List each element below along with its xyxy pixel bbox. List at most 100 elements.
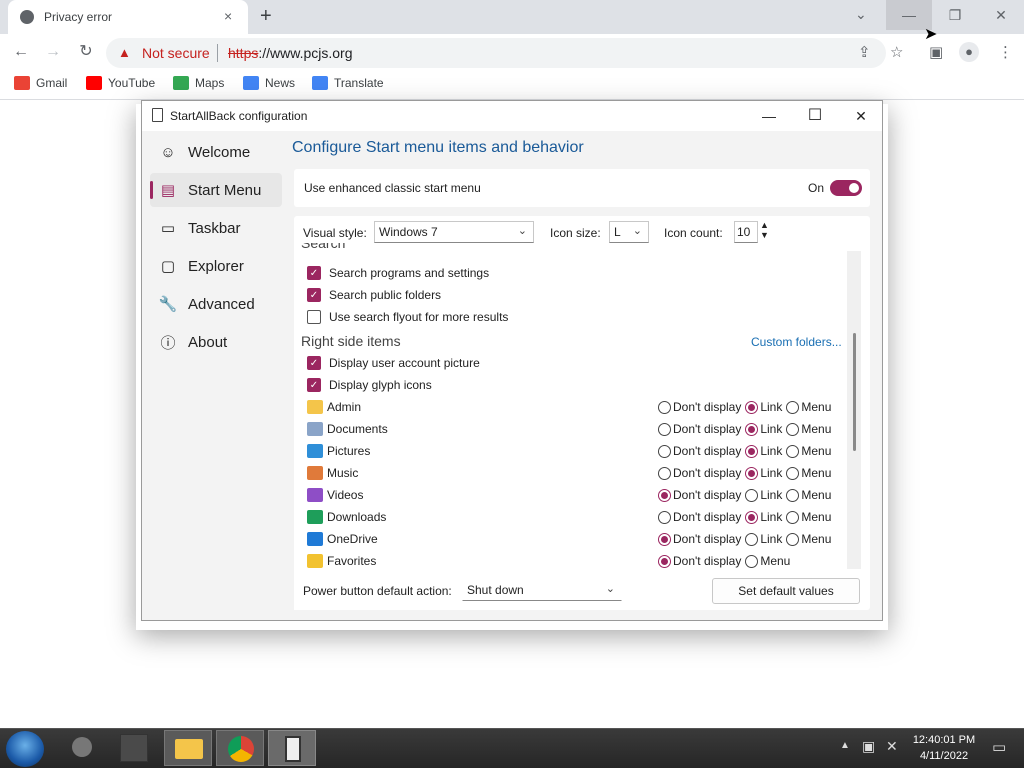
icon-size-dropdown[interactable]: L ⌄ [609, 221, 649, 243]
radio-button[interactable] [658, 444, 671, 458]
reload-icon[interactable]: ↻ [75, 41, 97, 63]
power-action-dropdown[interactable]: Shut down ⌄ [462, 579, 622, 601]
sidebar-item-explorer[interactable]: ▢ Explorer [158, 249, 282, 283]
radio-dont[interactable]: Don't display [658, 510, 741, 524]
visual-style-dropdown[interactable]: Windows 7 ⌄ [374, 221, 534, 243]
radio-menu[interactable]: Menu [745, 554, 790, 568]
icon-count-spinner[interactable]: ▲ ▼ [760, 220, 769, 240]
radio-button[interactable] [658, 554, 671, 568]
taskbar-chrome[interactable] [216, 730, 264, 766]
url-text[interactable]: https://www.pcjs.org [228, 45, 353, 61]
radio-menu[interactable]: Menu [786, 444, 831, 458]
taskbar-startallback[interactable] [268, 730, 316, 766]
radio-dont[interactable]: Don't display [658, 422, 741, 436]
bookmark-maps[interactable]: Maps [173, 76, 224, 90]
windows-start-icon[interactable] [6, 731, 44, 767]
radio-link[interactable]: Link [745, 422, 782, 436]
not-secure-label[interactable]: Not secure [142, 45, 210, 61]
radio-link[interactable]: Link [745, 532, 782, 546]
radio-link[interactable]: Link [745, 510, 782, 524]
radio-button[interactable] [658, 466, 671, 480]
tab-privacy-error[interactable]: Privacy error × [8, 0, 248, 34]
restore-button[interactable]: ❐ [932, 0, 978, 30]
radio-button[interactable] [745, 510, 759, 524]
warning-icon[interactable]: ▲ [118, 45, 131, 60]
bookmark-news[interactable]: News [243, 76, 295, 90]
check-search-public-folders[interactable]: ✓ Search public folders [307, 285, 441, 305]
radio-menu[interactable]: Menu [786, 510, 831, 524]
radio-button[interactable] [786, 422, 800, 436]
address-bar[interactable] [106, 38, 886, 68]
check-search-programs[interactable]: ✓ Search programs and settings [307, 263, 489, 283]
app-orb-icon[interactable] [72, 737, 92, 757]
icon-count-input[interactable]: 10 [734, 221, 758, 243]
radio-button[interactable] [658, 400, 671, 414]
notification-icon[interactable]: ▭ [992, 738, 1006, 756]
radio-button[interactable] [745, 532, 759, 546]
new-tab-button[interactable]: + [260, 6, 272, 26]
radio-button[interactable] [658, 510, 671, 524]
taskbar-clock[interactable]: 12:40:01 PM 4/11/2022 [900, 732, 988, 764]
close-window-button[interactable]: ✕ [978, 0, 1024, 30]
network-icon[interactable]: ▣ [862, 738, 875, 755]
forward-icon[interactable]: → [42, 41, 64, 63]
sidebar-item-welcome[interactable]: ☺ Welcome [158, 135, 282, 169]
radio-button[interactable] [745, 400, 759, 414]
checkbox-checked[interactable]: ✓ [307, 266, 321, 280]
bookmark-youtube[interactable]: YouTube [86, 76, 155, 90]
sidebar-item-about[interactable]: ⓘ About [158, 325, 282, 359]
dialog-minimize-button[interactable]: — [746, 101, 792, 131]
side-panel-icon[interactable]: ▣ [929, 43, 943, 61]
custom-folders-link[interactable]: Custom folders... [751, 335, 842, 349]
radio-button[interactable] [658, 532, 671, 546]
radio-menu[interactable]: Menu [786, 488, 831, 502]
radio-menu[interactable]: Menu [786, 466, 831, 480]
checkbox-checked[interactable]: ✓ [307, 356, 321, 370]
store-icon[interactable] [120, 734, 148, 762]
check-glyph-icons[interactable]: ✓ Display glyph icons [307, 375, 432, 395]
radio-link[interactable]: Link [745, 488, 782, 502]
radio-button[interactable] [786, 444, 800, 458]
radio-link[interactable]: Link [745, 444, 782, 458]
sidebar-item-taskbar[interactable]: ▭ Taskbar [158, 211, 282, 245]
dialog-close-button[interactable]: ✕ [838, 101, 884, 131]
checkbox-checked[interactable]: ✓ [307, 288, 321, 302]
bookmark-gmail[interactable]: Gmail [14, 76, 67, 90]
radio-dont[interactable]: Don't display [658, 400, 741, 414]
tray-chevron-icon[interactable]: ▲ [840, 740, 850, 751]
radio-link[interactable]: Link [745, 466, 782, 480]
radio-button[interactable] [745, 554, 759, 568]
radio-button[interactable] [658, 488, 671, 502]
radio-dont[interactable]: Don't display [658, 488, 741, 502]
radio-button[interactable] [745, 422, 759, 436]
bookmark-translate[interactable]: Translate [312, 76, 384, 90]
radio-button[interactable] [786, 466, 800, 480]
enhanced-menu-toggle[interactable] [830, 180, 862, 196]
profile-icon[interactable]: ● [959, 42, 979, 62]
radio-button[interactable] [786, 510, 800, 524]
checkbox-checked[interactable]: ✓ [307, 378, 321, 392]
radio-dont[interactable]: Don't display [658, 532, 741, 546]
share-icon[interactable]: ⇪ [858, 43, 871, 61]
sidebar-item-advanced[interactable]: 🔧 Advanced [158, 287, 282, 321]
check-search-flyout[interactable]: Use search flyout for more results [307, 307, 508, 327]
radio-dont[interactable]: Don't display [658, 554, 741, 568]
radio-menu[interactable]: Menu [786, 400, 831, 414]
radio-button[interactable] [745, 466, 759, 480]
radio-button[interactable] [745, 444, 759, 458]
radio-button[interactable] [745, 488, 759, 502]
radio-link[interactable]: Link [745, 400, 782, 414]
sidebar-item-start-menu[interactable]: ▤ Start Menu [150, 173, 282, 207]
radio-button[interactable] [786, 400, 800, 414]
radio-button[interactable] [786, 532, 800, 546]
checkbox-unchecked[interactable] [307, 310, 321, 324]
dialog-maximize-button[interactable]: ☐ [792, 101, 838, 131]
radio-button[interactable] [658, 422, 671, 436]
radio-dont[interactable]: Don't display [658, 444, 741, 458]
back-icon[interactable]: ← [10, 41, 32, 63]
radio-menu[interactable]: Menu [786, 532, 831, 546]
taskbar-explorer[interactable] [164, 730, 212, 766]
more-menu-icon[interactable]: ⋮ [998, 43, 1013, 61]
close-tab-icon[interactable]: × [224, 8, 232, 24]
radio-dont[interactable]: Don't display [658, 466, 741, 480]
